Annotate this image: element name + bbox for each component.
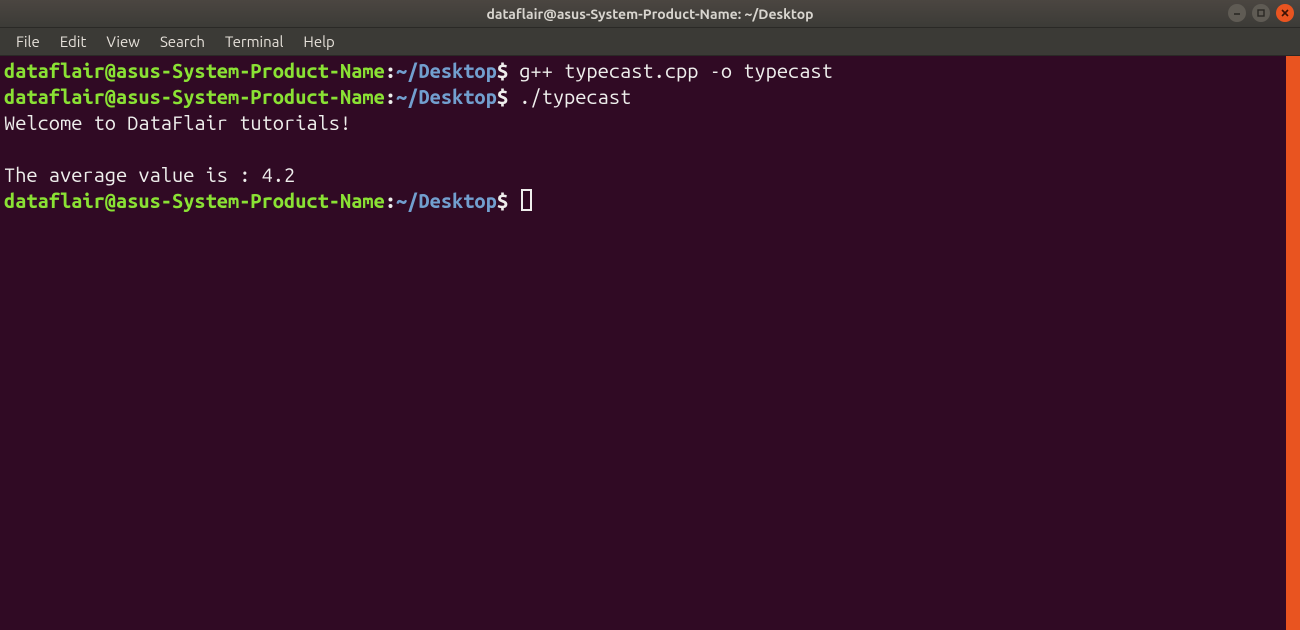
menu-search[interactable]: Search [150,30,215,53]
command-1: g++ typecast.cpp -o typecast [508,59,833,82]
maximize-button[interactable] [1252,4,1270,22]
prompt-path: ~/Desktop [396,189,497,212]
terminal-window: dataflair@asus-System-Product-Name: ~/De… [0,0,1300,630]
minimize-button[interactable] [1228,4,1246,22]
menubar: File Edit View Search Terminal Help [0,28,1300,56]
prompt-path: ~/Desktop [396,59,497,82]
menu-file[interactable]: File [6,30,50,53]
prompt-user: dataflair@asus-System-Product-Name [4,59,385,82]
menu-view[interactable]: View [96,30,150,53]
prompt-colon: : [385,59,396,82]
command-2: ./typecast [508,85,631,108]
scrollbar[interactable] [1286,56,1300,630]
prompt-user: dataflair@asus-System-Product-Name [4,85,385,108]
prompt-dollar: $ [497,59,508,82]
prompt-dollar: $ [497,85,508,108]
cursor-block [521,189,532,211]
output-line-1: Welcome to DataFlair tutorials! [4,111,351,134]
prompt-user: dataflair@asus-System-Product-Name [4,189,385,212]
window-controls [1228,4,1294,22]
terminal-area[interactable]: dataflair@asus-System-Product-Name:~/Des… [0,56,1300,630]
prompt-path: ~/Desktop [396,85,497,108]
prompt-dollar: $ [497,189,508,212]
output-line-2: The average value is : 4.2 [4,163,295,186]
menu-help[interactable]: Help [293,30,344,53]
prompt-colon: : [385,189,396,212]
command-3 [508,189,519,212]
prompt-colon: : [385,85,396,108]
window-title: dataflair@asus-System-Product-Name: ~/De… [0,6,1300,22]
menu-terminal[interactable]: Terminal [215,30,293,53]
close-button[interactable] [1276,4,1294,22]
titlebar: dataflair@asus-System-Product-Name: ~/De… [0,0,1300,28]
menu-edit[interactable]: Edit [50,30,97,53]
